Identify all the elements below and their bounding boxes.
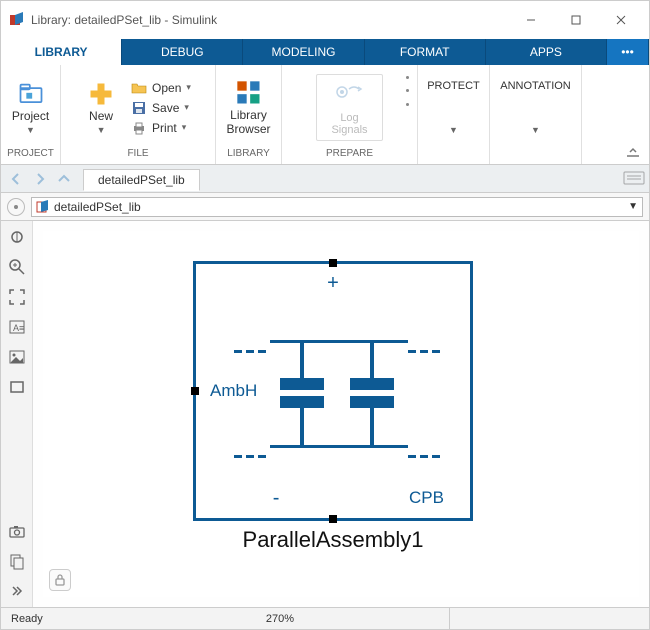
resize-handle-bottom[interactable] <box>329 515 337 523</box>
camera-icon[interactable] <box>7 521 27 541</box>
zoom-in-icon[interactable] <box>7 257 27 277</box>
main-area: A≡ + - CPB AmbH <box>1 221 649 607</box>
ribbon-group-project: Project ▼ PROJECT <box>1 65 61 164</box>
block-name-label[interactable]: ParallelAssembly1 <box>193 527 473 553</box>
tab-format[interactable]: FORMAT <box>365 39 486 65</box>
ribbon-right <box>582 65 649 164</box>
status-zoom[interactable]: 270% <box>111 613 449 625</box>
ribbon-group-file: New ▼ Open ▾ Save ▾ <box>61 65 216 164</box>
print-button[interactable]: Print ▾ <box>127 119 195 137</box>
annotation-dropdown[interactable]: ANNOTATION ▼ <box>494 76 576 138</box>
prepare-overflow-icon[interactable] <box>403 71 411 111</box>
close-button[interactable] <box>598 5 643 35</box>
hide-browser-icon[interactable] <box>7 227 27 247</box>
new-button[interactable]: New ▼ <box>81 76 121 139</box>
save-icon <box>131 100 147 116</box>
keyboard-icon[interactable] <box>623 171 645 187</box>
nav-back-button[interactable] <box>5 168 27 190</box>
ribbon-group-prepare: LogSignals PREPARE <box>282 65 418 164</box>
lock-icon[interactable] <box>49 569 71 591</box>
annotation-text-icon[interactable]: A≡ <box>7 317 27 337</box>
model-icon <box>36 200 50 214</box>
block-parallel-assembly[interactable]: + - CPB AmbH <box>193 261 473 521</box>
log-signals-button[interactable]: LogSignals <box>316 74 382 141</box>
collapse-ribbon-icon[interactable] <box>625 144 641 160</box>
port-minus: - <box>273 487 280 510</box>
log-signals-icon <box>334 79 364 110</box>
fit-view-icon[interactable] <box>7 287 27 307</box>
expand-sidebar-icon[interactable] <box>7 581 27 601</box>
new-icon <box>87 80 115 108</box>
chevron-down-icon: ▾ <box>182 122 187 133</box>
path-box[interactable]: detailedPSet_lib ▼ <box>31 197 643 217</box>
ribbon-group-protect: PROTECT ▼ <box>418 65 490 164</box>
chevron-down-icon: ▼ <box>26 125 35 135</box>
editor-file-tab[interactable]: detailedPSet_lib <box>83 169 200 191</box>
canvas-sidebar: A≡ <box>1 221 33 607</box>
library-browser-button[interactable]: LibraryBrowser <box>221 75 277 139</box>
library-browser-icon <box>235 79 263 107</box>
tab-library[interactable]: LIBRARY <box>1 39 122 65</box>
nav-bar: detailedPSet_lib <box>1 165 649 193</box>
tab-more[interactable]: ••• <box>607 39 649 65</box>
print-icon <box>131 120 147 136</box>
model-files-icon[interactable] <box>7 551 27 571</box>
ribbon: Project ▼ PROJECT New ▼ Ope <box>1 65 649 165</box>
status-ready: Ready <box>1 613 111 625</box>
project-button[interactable]: Project ▼ <box>6 76 55 139</box>
simulink-app-icon <box>9 12 25 28</box>
nav-up-button[interactable] <box>53 168 75 190</box>
chevron-down-icon: ▾ <box>186 82 191 93</box>
canvas[interactable]: + - CPB AmbH <box>33 221 649 607</box>
project-icon <box>17 80 45 108</box>
resize-handle-left[interactable] <box>191 387 199 395</box>
window-title: Library: detailedPSet_lib - Simulink <box>31 13 508 27</box>
ribbon-group-library: LibraryBrowser LIBRARY <box>216 65 282 164</box>
chevron-down-icon: ▼ <box>97 125 106 135</box>
protect-dropdown[interactable]: PROTECT ▼ <box>421 76 486 138</box>
chevron-down-icon: ▼ <box>449 125 458 135</box>
area-icon[interactable] <box>7 377 27 397</box>
port-plus: + <box>327 272 339 295</box>
chevron-down-icon[interactable]: ▼ <box>628 201 638 212</box>
save-button[interactable]: Save ▾ <box>127 99 195 117</box>
svg-text:A≡: A≡ <box>13 323 24 333</box>
folder-open-icon <box>131 80 147 96</box>
open-button[interactable]: Open ▾ <box>127 79 195 97</box>
maximize-button[interactable] <box>553 5 598 35</box>
app-window: Library: detailedPSet_lib - Simulink LIB… <box>0 0 650 630</box>
tab-modeling[interactable]: MODELING <box>243 39 364 65</box>
block-symbol <box>236 340 442 448</box>
tab-debug[interactable]: DEBUG <box>122 39 243 65</box>
path-bar: detailedPSet_lib ▼ <box>1 193 649 221</box>
ribbon-group-annotation: ANNOTATION ▼ <box>490 65 582 164</box>
image-icon[interactable] <box>7 347 27 367</box>
tab-apps[interactable]: APPS <box>486 39 607 65</box>
minimize-button[interactable] <box>508 5 553 35</box>
nav-forward-button[interactable] <box>29 168 51 190</box>
chevron-down-icon: ▾ <box>184 102 189 113</box>
titlebar: Library: detailedPSet_lib - Simulink <box>1 1 649 39</box>
chevron-down-icon: ▼ <box>531 125 540 135</box>
ribbon-tabs: LIBRARY DEBUG MODELING FORMAT APPS ••• <box>1 39 649 65</box>
model-hierarchy-button[interactable] <box>7 198 25 216</box>
status-right <box>449 608 649 629</box>
port-cpb: CPB <box>409 488 444 508</box>
resize-handle-top[interactable] <box>329 259 337 267</box>
status-bar: Ready 270% <box>1 607 649 629</box>
